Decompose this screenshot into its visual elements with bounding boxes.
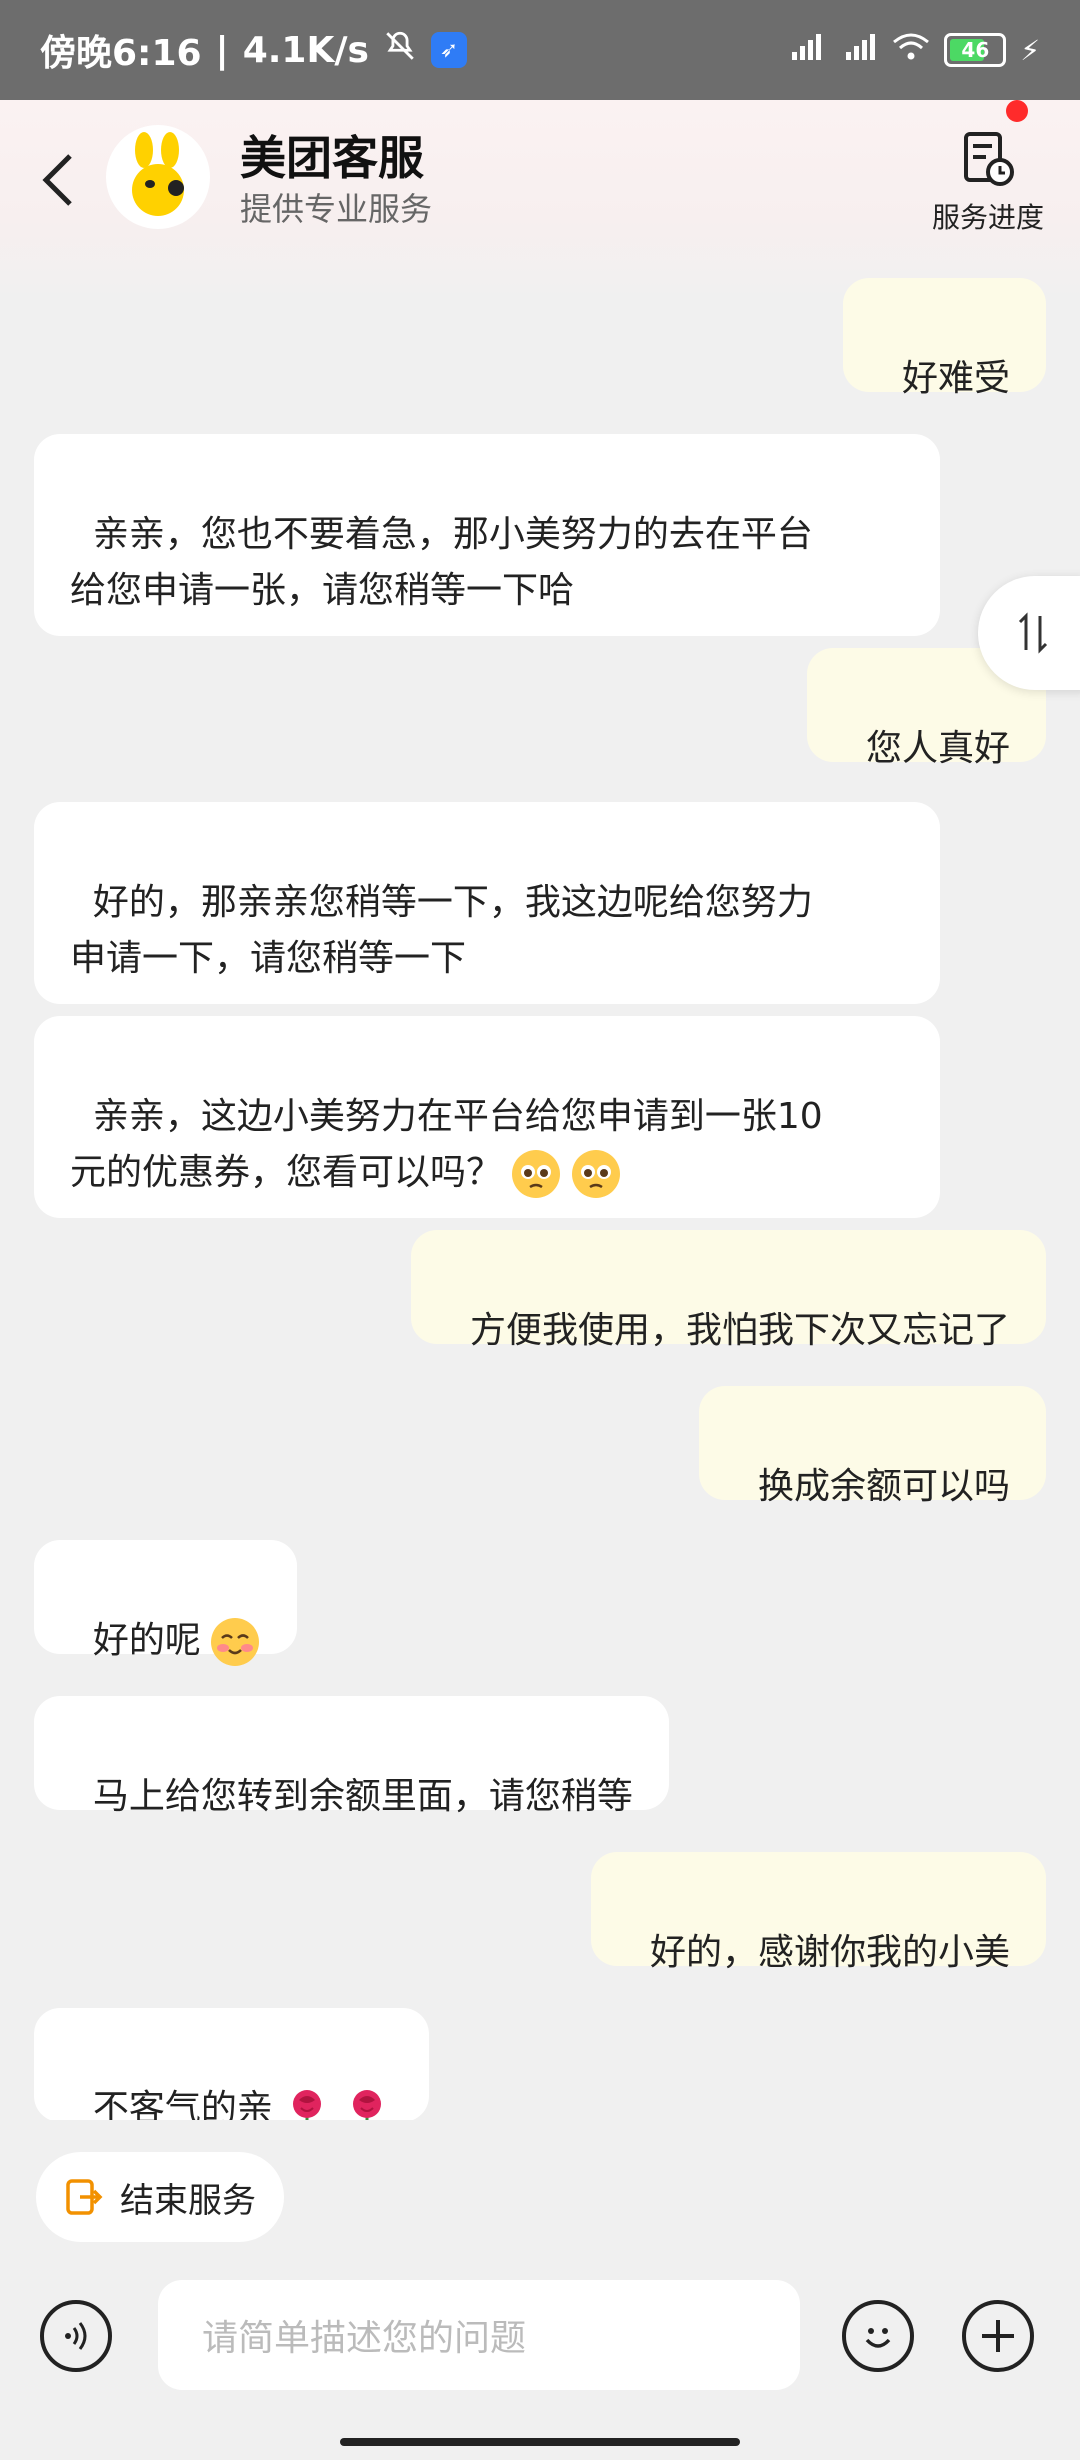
meituan-kangaroo-icon bbox=[132, 132, 184, 216]
back-button[interactable] bbox=[28, 145, 88, 215]
charging-icon: ⚡ bbox=[1020, 33, 1040, 67]
agent-message[interactable]: 好的呢 bbox=[34, 1540, 297, 1666]
end-service-label: 结束服务 bbox=[120, 2180, 256, 2221]
blushing-emoji-icon bbox=[210, 1618, 259, 1666]
user-message[interactable]: 好的，感谢你我的小美 bbox=[591, 1852, 1046, 1973]
input-row: 请简单描述您的问题 bbox=[0, 2280, 1080, 2410]
message-text: 您人真好 bbox=[865, 728, 1010, 769]
signal-icon bbox=[838, 32, 878, 69]
bottom-panel: 结束服务 请简单描述您的问题 bbox=[0, 2120, 1080, 2460]
message-text: 马上给您转到余额里面，请您稍等 bbox=[92, 1776, 633, 1817]
message-text: 亲亲，这边小美努力在平台给您申请到一张10 元的优惠券，您看可以吗？ bbox=[70, 1096, 823, 1193]
page-title: 美团客服 bbox=[240, 131, 424, 185]
service-progress-label: 服务进度 bbox=[931, 201, 1044, 234]
notification-badge bbox=[1006, 100, 1028, 122]
message-text: 好的呢 bbox=[92, 1620, 201, 1661]
message-input[interactable]: 请简单描述您的问题 bbox=[158, 2280, 800, 2390]
avatar[interactable] bbox=[106, 125, 210, 229]
chat-header: 美团客服 提供专业服务 服务进度 bbox=[0, 100, 1080, 300]
user-message[interactable]: 换成余额可以吗 bbox=[699, 1386, 1046, 1507]
status-time: 傍晚6:16 bbox=[40, 33, 202, 74]
status-net-speed: 4.1K/s bbox=[242, 29, 369, 71]
smiley-icon bbox=[865, 2328, 891, 2348]
message-text: 好的，那亲亲您稍等一下，我这边呢给您努力 申请一下，请您稍等一下 bbox=[70, 882, 813, 979]
battery-level: 46 bbox=[961, 38, 990, 62]
pleading-emoji-icon bbox=[572, 1150, 621, 1198]
input-placeholder: 请简单描述您的问题 bbox=[202, 2318, 527, 2359]
chevron-left-icon bbox=[42, 154, 72, 206]
up-down-arrows-icon bbox=[1018, 612, 1048, 654]
mute-icon bbox=[383, 29, 417, 72]
page-subtitle: 提供专业服务 bbox=[240, 190, 433, 228]
agent-message[interactable]: 不客气的亲 bbox=[34, 2008, 429, 2134]
message-text: 亲亲，您也不要着急，那小美努力的去在平台 给您申请一张，请您稍等一下哈 bbox=[70, 514, 813, 611]
message-text: 好难受 bbox=[901, 358, 1010, 399]
service-progress-button[interactable]: 服务进度 bbox=[918, 130, 1058, 236]
message-text: 方便我使用，我怕我下次又忘记了 bbox=[469, 1310, 1010, 1351]
status-bar: 傍晚6:16 | 4.1K/s ➶ 46 ⚡ bbox=[0, 0, 1080, 100]
wifi-icon bbox=[892, 32, 930, 69]
signal-icon bbox=[784, 32, 824, 69]
add-button[interactable] bbox=[962, 2300, 1034, 2372]
voice-button[interactable] bbox=[40, 2300, 112, 2372]
emoji-button[interactable] bbox=[842, 2300, 914, 2372]
home-indicator[interactable] bbox=[340, 2438, 740, 2446]
agent-message[interactable]: 好的，那亲亲您稍等一下，我这边呢给您努力 申请一下，请您稍等一下 bbox=[34, 802, 940, 1004]
agent-message[interactable]: 亲亲，这边小美努力在平台给您申请到一张10 元的优惠券，您看可以吗？ bbox=[34, 1016, 940, 1218]
message-text: 好的，感谢你我的小美 bbox=[649, 1932, 1010, 1973]
message-text: 换成余额可以吗 bbox=[757, 1466, 1010, 1507]
agent-message[interactable]: 亲亲，您也不要着急，那小美努力的去在平台 给您申请一张，请您稍等一下哈 bbox=[34, 434, 940, 636]
pleading-emoji-icon bbox=[512, 1150, 561, 1198]
app-rocket-icon: ➶ bbox=[430, 32, 467, 68]
user-message[interactable]: 好难受 bbox=[843, 278, 1046, 399]
end-service-button[interactable]: 结束服务 bbox=[36, 2152, 284, 2242]
plus-icon bbox=[982, 2320, 1014, 2352]
battery-icon: 46 bbox=[944, 33, 1007, 67]
agent-message[interactable]: 马上给您转到余额里面，请您稍等 bbox=[34, 1696, 669, 1817]
exit-icon bbox=[66, 2179, 103, 2215]
voice-icon bbox=[65, 2322, 87, 2350]
status-separator: | bbox=[215, 29, 229, 71]
scroll-toggle-button[interactable] bbox=[978, 576, 1080, 690]
user-message[interactable]: 方便我使用，我怕我下次又忘记了 bbox=[411, 1230, 1046, 1351]
document-clock-icon bbox=[958, 130, 1018, 190]
